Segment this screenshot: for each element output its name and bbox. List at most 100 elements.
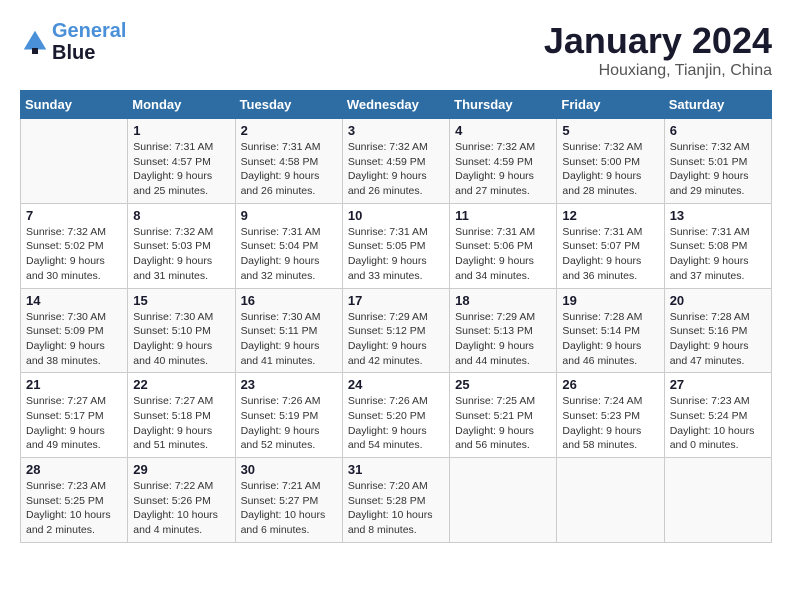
calendar-week-3: 14Sunrise: 7:30 AM Sunset: 5:09 PM Dayli…	[21, 288, 772, 373]
day-info: Sunrise: 7:32 AM Sunset: 5:03 PM Dayligh…	[133, 225, 229, 284]
day-number: 1	[133, 123, 229, 138]
calendar-cell: 22 Sunrise: 7:27 AM Sunset: 5:18 PM Dayli…	[128, 373, 235, 458]
calendar-cell: 29 Sunrise: 7:22 AM Sunset: 5:26 PM Dayli…	[128, 458, 235, 543]
title-block: January 2024 Houxiang, Tianjin, China	[544, 20, 772, 80]
calendar-cell: 19 Sunrise: 7:28 AM Sunset: 5:14 PM Dayli…	[557, 288, 664, 373]
calendar-cell: 28 Sunrise: 7:23 AM Sunset: 5:25 PM Dayli…	[21, 458, 128, 543]
day-number: 28	[26, 462, 122, 477]
calendar-cell: 2Sunrise: 7:31 AM Sunset: 4:58 PM Daylig…	[235, 119, 342, 204]
day-number: 17	[348, 293, 444, 308]
day-number: 27	[670, 377, 766, 392]
logo-icon	[20, 27, 50, 57]
day-number: 16	[241, 293, 337, 308]
day-info: Sunrise: 7:25 AM Sunset: 5:21 PM Dayligh…	[455, 394, 551, 453]
calendar-cell: 3Sunrise: 7:32 AM Sunset: 4:59 PM Daylig…	[342, 119, 449, 204]
day-number: 23	[241, 377, 337, 392]
weekday-header-row: SundayMondayTuesdayWednesdayThursdayFrid…	[21, 91, 772, 119]
calendar-week-1: 1 Sunrise: 7:31 AM Sunset: 4:57 PM Daylig…	[21, 119, 772, 204]
day-info: Sunrise: 7:30 AM Sunset: 5:11 PM Dayligh…	[241, 310, 337, 369]
day-info: Sunrise: 7:31 AM Sunset: 5:07 PM Dayligh…	[562, 225, 658, 284]
calendar-cell: 8 Sunrise: 7:32 AM Sunset: 5:03 PM Daylig…	[128, 203, 235, 288]
day-number: 18	[455, 293, 551, 308]
day-info: Sunrise: 7:31 AM Sunset: 5:06 PM Dayligh…	[455, 225, 551, 284]
day-number: 12	[562, 208, 658, 223]
calendar-cell: 27Sunrise: 7:23 AM Sunset: 5:24 PM Dayli…	[664, 373, 771, 458]
calendar-cell: 16 Sunrise: 7:30 AM Sunset: 5:11 PM Dayli…	[235, 288, 342, 373]
calendar-cell: 31 Sunrise: 7:20 AM Sunset: 5:28 PM Dayli…	[342, 458, 449, 543]
weekday-header-tuesday: Tuesday	[235, 91, 342, 119]
day-number: 29	[133, 462, 229, 477]
calendar-cell: 23 Sunrise: 7:26 AM Sunset: 5:19 PM Dayli…	[235, 373, 342, 458]
calendar-cell	[450, 458, 557, 543]
calendar-cell: 9Sunrise: 7:31 AM Sunset: 5:04 PM Daylig…	[235, 203, 342, 288]
day-number: 13	[670, 208, 766, 223]
calendar-cell	[557, 458, 664, 543]
calendar-cell: 11 Sunrise: 7:31 AM Sunset: 5:06 PM Dayli…	[450, 203, 557, 288]
calendar-cell: 25 Sunrise: 7:25 AM Sunset: 5:21 PM Dayli…	[450, 373, 557, 458]
day-info: Sunrise: 7:31 AM Sunset: 5:04 PM Dayligh…	[241, 225, 337, 284]
day-info: Sunrise: 7:32 AM Sunset: 5:01 PM Dayligh…	[670, 140, 766, 199]
day-number: 4	[455, 123, 551, 138]
weekday-header-wednesday: Wednesday	[342, 91, 449, 119]
day-number: 22	[133, 377, 229, 392]
logo-general: General	[52, 20, 126, 42]
calendar-week-5: 28 Sunrise: 7:23 AM Sunset: 5:25 PM Dayli…	[21, 458, 772, 543]
day-number: 6	[670, 123, 766, 138]
month-title: January 2024	[544, 20, 772, 62]
day-number: 11	[455, 208, 551, 223]
day-info: Sunrise: 7:27 AM Sunset: 5:17 PM Dayligh…	[26, 394, 122, 453]
calendar-cell: 17Sunrise: 7:29 AM Sunset: 5:12 PM Dayli…	[342, 288, 449, 373]
calendar-cell: 10Sunrise: 7:31 AM Sunset: 5:05 PM Dayli…	[342, 203, 449, 288]
day-info: Sunrise: 7:28 AM Sunset: 5:16 PM Dayligh…	[670, 310, 766, 369]
calendar-cell: 18 Sunrise: 7:29 AM Sunset: 5:13 PM Dayli…	[450, 288, 557, 373]
day-info: Sunrise: 7:24 AM Sunset: 5:23 PM Dayligh…	[562, 394, 658, 453]
day-number: 31	[348, 462, 444, 477]
calendar-cell: 20 Sunrise: 7:28 AM Sunset: 5:16 PM Dayli…	[664, 288, 771, 373]
day-info: Sunrise: 7:26 AM Sunset: 5:19 PM Dayligh…	[241, 394, 337, 453]
calendar-cell: 30 Sunrise: 7:21 AM Sunset: 5:27 PM Dayli…	[235, 458, 342, 543]
calendar-cell: 21 Sunrise: 7:27 AM Sunset: 5:17 PM Dayli…	[21, 373, 128, 458]
calendar-cell: 26 Sunrise: 7:24 AM Sunset: 5:23 PM Dayli…	[557, 373, 664, 458]
day-info: Sunrise: 7:31 AM Sunset: 5:08 PM Dayligh…	[670, 225, 766, 284]
day-number: 30	[241, 462, 337, 477]
logo-blue: Blue	[52, 42, 126, 64]
day-info: Sunrise: 7:32 AM Sunset: 4:59 PM Dayligh…	[348, 140, 444, 199]
calendar-cell: 14Sunrise: 7:30 AM Sunset: 5:09 PM Dayli…	[21, 288, 128, 373]
day-info: Sunrise: 7:29 AM Sunset: 5:13 PM Dayligh…	[455, 310, 551, 369]
day-info: Sunrise: 7:32 AM Sunset: 5:02 PM Dayligh…	[26, 225, 122, 284]
day-number: 5	[562, 123, 658, 138]
calendar-cell: 1 Sunrise: 7:31 AM Sunset: 4:57 PM Daylig…	[128, 119, 235, 204]
calendar-cell: 15Sunrise: 7:30 AM Sunset: 5:10 PM Dayli…	[128, 288, 235, 373]
day-info: Sunrise: 7:23 AM Sunset: 5:25 PM Dayligh…	[26, 479, 122, 538]
location-subtitle: Houxiang, Tianjin, China	[544, 62, 772, 80]
day-info: Sunrise: 7:21 AM Sunset: 5:27 PM Dayligh…	[241, 479, 337, 538]
calendar-cell: 12 Sunrise: 7:31 AM Sunset: 5:07 PM Dayli…	[557, 203, 664, 288]
day-number: 20	[670, 293, 766, 308]
day-info: Sunrise: 7:26 AM Sunset: 5:20 PM Dayligh…	[348, 394, 444, 453]
calendar-cell: 5Sunrise: 7:32 AM Sunset: 5:00 PM Daylig…	[557, 119, 664, 204]
day-number: 21	[26, 377, 122, 392]
day-number: 25	[455, 377, 551, 392]
calendar-week-4: 21 Sunrise: 7:27 AM Sunset: 5:17 PM Dayli…	[21, 373, 772, 458]
day-number: 10	[348, 208, 444, 223]
day-info: Sunrise: 7:28 AM Sunset: 5:14 PM Dayligh…	[562, 310, 658, 369]
day-info: Sunrise: 7:32 AM Sunset: 4:59 PM Dayligh…	[455, 140, 551, 199]
day-number: 24	[348, 377, 444, 392]
day-number: 26	[562, 377, 658, 392]
day-info: Sunrise: 7:31 AM Sunset: 4:57 PM Dayligh…	[133, 140, 229, 199]
day-number: 14	[26, 293, 122, 308]
day-number: 7	[26, 208, 122, 223]
calendar-cell: 13 Sunrise: 7:31 AM Sunset: 5:08 PM Dayli…	[664, 203, 771, 288]
calendar-table: SundayMondayTuesdayWednesdayThursdayFrid…	[20, 90, 772, 543]
day-number: 8	[133, 208, 229, 223]
calendar-cell: 4 Sunrise: 7:32 AM Sunset: 4:59 PM Daylig…	[450, 119, 557, 204]
day-info: Sunrise: 7:22 AM Sunset: 5:26 PM Dayligh…	[133, 479, 229, 538]
day-info: Sunrise: 7:20 AM Sunset: 5:28 PM Dayligh…	[348, 479, 444, 538]
weekday-header-saturday: Saturday	[664, 91, 771, 119]
weekday-header-friday: Friday	[557, 91, 664, 119]
day-number: 19	[562, 293, 658, 308]
day-info: Sunrise: 7:27 AM Sunset: 5:18 PM Dayligh…	[133, 394, 229, 453]
day-info: Sunrise: 7:31 AM Sunset: 4:58 PM Dayligh…	[241, 140, 337, 199]
calendar-week-2: 7 Sunrise: 7:32 AM Sunset: 5:02 PM Daylig…	[21, 203, 772, 288]
weekday-header-sunday: Sunday	[21, 91, 128, 119]
